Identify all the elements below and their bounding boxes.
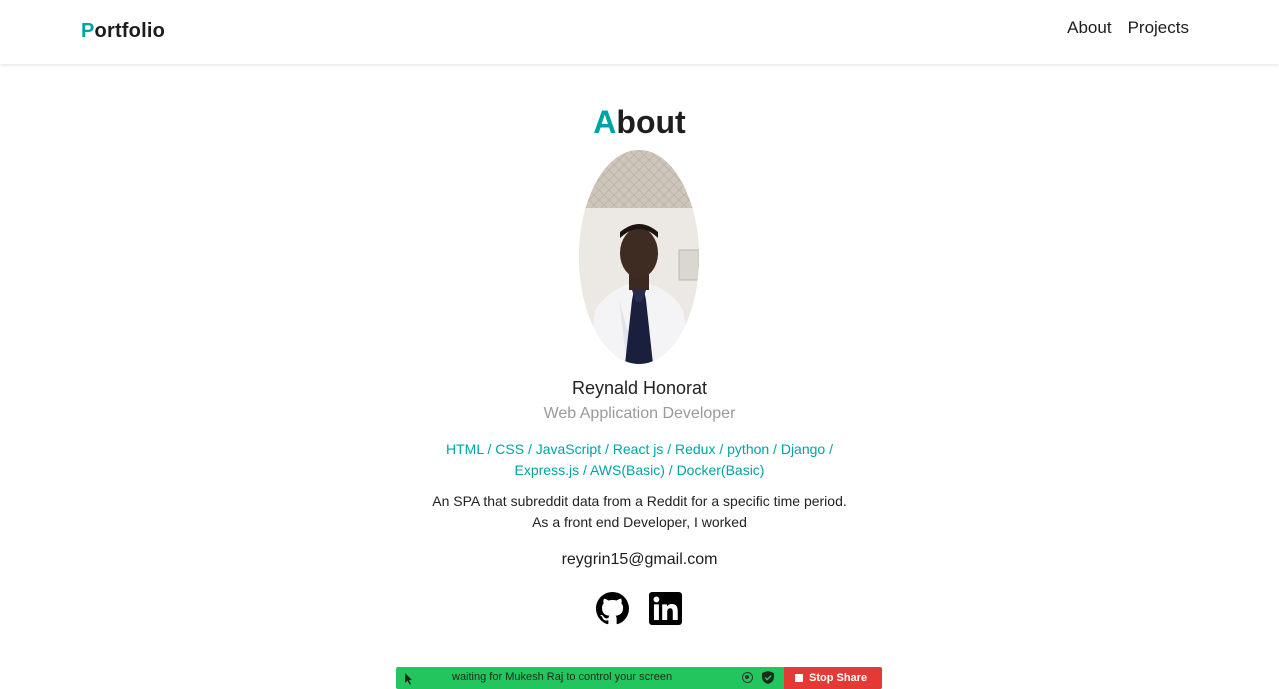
profile-role: Web Application Developer: [543, 405, 736, 422]
brand-rest: ortfolio: [94, 20, 166, 42]
page-title-rest: bout: [616, 104, 686, 140]
navbar: Portfolio About Projects: [0, 0, 1279, 64]
linkedin-icon[interactable]: [649, 592, 682, 625]
shield-check-icon: [762, 671, 774, 684]
stop-icon: [795, 674, 803, 682]
drag-handle-icon[interactable]: [402, 671, 416, 685]
screen-share-bar: waiting for Mukesh Raj to control your s…: [396, 667, 882, 689]
github-icon[interactable]: [596, 592, 629, 625]
nav-links: About Projects: [1067, 18, 1189, 38]
contact-email[interactable]: reygrin15@gmail.com: [0, 551, 1279, 569]
profile-photo: [579, 150, 699, 364]
social-links: [596, 592, 682, 625]
stop-share-button[interactable]: Stop Share: [784, 667, 882, 689]
share-status: waiting for Mukesh Raj to control your s…: [396, 667, 784, 689]
page-title: About: [0, 104, 1279, 141]
share-status-message: waiting for Mukesh Raj to control your s…: [452, 671, 673, 683]
skills-list: HTML / CSS / JavaScript / React js / Red…: [446, 441, 833, 478]
page-title-initial: A: [593, 104, 617, 140]
nav-link-about[interactable]: About: [1067, 18, 1111, 38]
brand-logo[interactable]: Portfolio: [81, 20, 165, 43]
profile-photo-illustration: [579, 150, 699, 364]
recording-indicator-icon: [742, 672, 753, 683]
brand-initial: P: [81, 20, 95, 42]
profile-description: An SPA that subreddit data from a Reddit…: [432, 493, 847, 530]
stop-share-label: Stop Share: [809, 672, 868, 684]
profile-name: Reynald Honorat: [571, 378, 708, 398]
nav-link-projects[interactable]: Projects: [1128, 18, 1189, 38]
